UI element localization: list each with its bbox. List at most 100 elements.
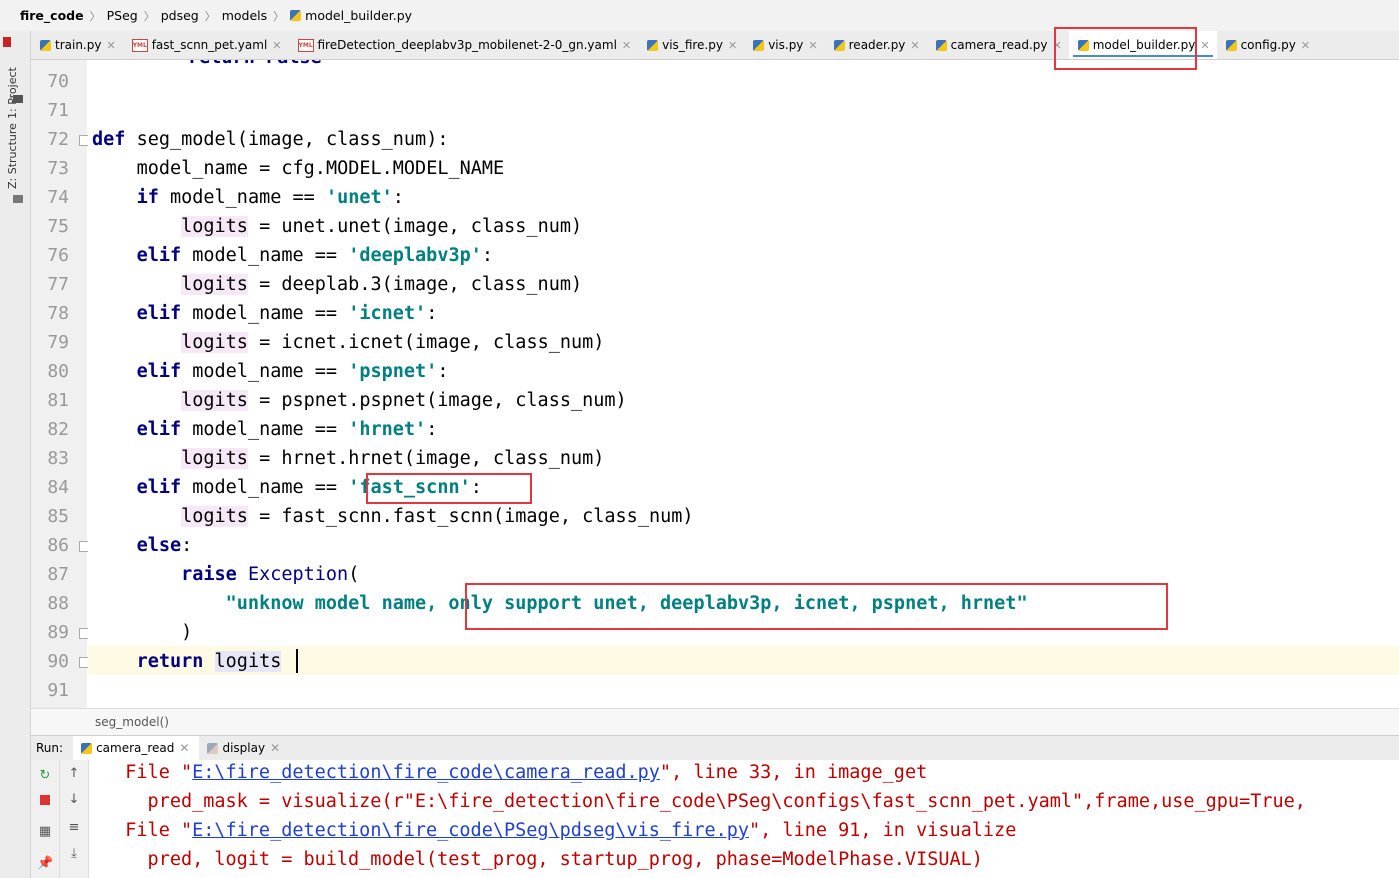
line-number-gutter: 70 71 72 73 74 75 76 77 78 79 80 81 82 83 84 85 86 87 88 89…: [31, 60, 115, 708]
structure-crumb[interactable]: seg_model(): [95, 715, 169, 729]
line-number: 90: [47, 651, 69, 672]
code-line: elif model_name == 'pspnet':: [136, 361, 449, 382]
breadcrumb-item[interactable]: models: [222, 8, 273, 23]
breadcrumb-item[interactable]: model_builder.py: [290, 8, 418, 23]
python-file-icon: [290, 10, 302, 21]
line-number: 84: [47, 477, 69, 498]
code-line: elif model_name == 'icnet':: [136, 303, 438, 324]
breadcrumb-label: models: [221, 8, 268, 23]
breadcrumb-item[interactable]: fire_code: [0, 8, 90, 23]
line-number: 87: [47, 564, 69, 585]
close-icon[interactable]: ✕: [272, 39, 281, 52]
close-icon[interactable]: ✕: [270, 741, 280, 755]
python-file-icon: [833, 39, 845, 51]
close-icon[interactable]: ✕: [622, 39, 631, 52]
line-number: 72: [47, 129, 69, 150]
run-tool-header: Run: camera_read ✕ display ✕: [31, 735, 1399, 761]
line-number: 81: [47, 390, 69, 411]
code-line: else:: [136, 535, 193, 556]
console-line: File "E:\fire_detection\fire_code\PSeg\p…: [103, 820, 1017, 841]
close-icon[interactable]: ✕: [1200, 39, 1209, 52]
close-icon[interactable]: ✕: [910, 39, 919, 52]
traceback-file-link[interactable]: E:\fire_detection\fire_code\camera_read.…: [192, 762, 660, 783]
code-line: elif model_name == 'deeplabv3p':: [136, 245, 494, 266]
line-number: 83: [47, 448, 69, 469]
close-icon[interactable]: ✕: [106, 39, 115, 52]
line-number: 74: [47, 187, 69, 208]
soft-wrap-icon[interactable]: ≡: [66, 820, 82, 836]
structure-icon: [13, 195, 23, 203]
run-tab-display[interactable]: display ✕: [199, 736, 290, 760]
line-number: 88: [47, 593, 69, 614]
python-file-icon: [207, 742, 219, 754]
breadcrumb-item[interactable]: pdseg: [161, 8, 205, 23]
run-console-output[interactable]: File "E:\fire_detection\fire_code\camera…: [89, 760, 1399, 878]
line-number: 89: [47, 622, 69, 643]
line-number: 73: [47, 158, 69, 179]
line-number: 79: [47, 332, 69, 353]
editor-tab-label: fireDetection_deeplabv3p_mobilenet-2-0_g…: [317, 38, 617, 52]
line-number: 86: [47, 535, 69, 556]
code-line: model_name = cfg.MODEL.MODEL_NAME: [136, 158, 505, 179]
code-line: logits = fast_scnn.fast_scnn(image, clas…: [181, 506, 694, 527]
left-tool-strip: 1: Project Z: Structure: [0, 31, 31, 878]
traceback-file-link[interactable]: E:\fire_detection\fire_code\PSeg\pdseg\v…: [192, 820, 749, 841]
code-line: def seg_model(image, class_num):: [92, 129, 449, 150]
text-caret: [296, 649, 298, 673]
line-number: 91: [47, 680, 69, 701]
editor-tab[interactable]: camera_read.py ✕: [927, 31, 1069, 59]
editor-tab[interactable]: YML fireDetection_deeplabv3p_mobilenet-2-…: [289, 31, 639, 59]
close-icon[interactable]: ✕: [808, 39, 817, 52]
code-line: logits = pspnet.pspnet(image, class_num): [181, 390, 627, 411]
editor-tab[interactable]: YML fast_scnn_pet.yaml ✕: [123, 31, 289, 59]
console-line: pred_mask = visualize(r"E:\fire_detectio…: [103, 791, 1306, 812]
python-file-icon: [81, 742, 93, 754]
python-file-icon: [935, 39, 947, 51]
current-line-highlight: [88, 646, 1399, 675]
close-icon[interactable]: ✕: [1301, 39, 1310, 52]
line-number: 78: [47, 303, 69, 324]
code-line: logits = unet.unet(image, class_num): [181, 216, 583, 237]
editor-tab[interactable]: reader.py ✕: [825, 31, 927, 59]
close-icon[interactable]: ✕: [728, 39, 737, 52]
run-label: Run:: [36, 741, 64, 755]
python-file-icon: [40, 39, 51, 51]
arrow-up-icon[interactable]: ↑: [66, 766, 82, 782]
run-tab-camera-read[interactable]: camera_read ✕: [73, 736, 200, 760]
structure-tool-button[interactable]: Z: Structure: [6, 123, 19, 189]
editor-tab[interactable]: config.py ✕: [1217, 31, 1317, 59]
arrow-down-icon[interactable]: ↓: [66, 792, 82, 808]
rerun-icon[interactable]: ↻: [37, 768, 53, 784]
breadcrumb-label: PSeg: [106, 8, 138, 23]
stop-icon[interactable]: [40, 795, 50, 805]
editor-tab-label: fast_scnn_pet.yaml: [151, 38, 268, 52]
chevron-right-icon: 〉: [143, 9, 155, 23]
annotation-box-active-tab: [1054, 27, 1197, 70]
line-number: 70: [47, 71, 69, 92]
code-line: elif model_name == 'hrnet':: [136, 419, 438, 440]
run-toolbar: ↻ ▦ 📌: [31, 760, 60, 878]
editor-tab[interactable]: train.py ✕: [31, 31, 123, 59]
line-number: 82: [47, 419, 69, 440]
pin-icon[interactable]: 📌: [37, 856, 53, 872]
editor-tab-label: train.py: [55, 38, 102, 52]
code-line: if model_name == 'unet':: [136, 187, 404, 208]
scroll-to-end-icon[interactable]: ⤓: [66, 846, 82, 862]
close-icon[interactable]: ✕: [179, 741, 189, 755]
layout-icon[interactable]: ▦: [37, 824, 53, 840]
project-tool-button[interactable]: 1: Project: [6, 67, 19, 119]
editor-tab-label: config.py: [1240, 38, 1296, 52]
annotation-box-fast-scnn: [366, 473, 532, 504]
code-line: logits = icnet.icnet(image, class_num): [181, 332, 605, 353]
line-number: 80: [47, 361, 69, 382]
yaml-file-icon: YML: [297, 38, 314, 52]
editor-tab[interactable]: vis.py ✕: [744, 31, 824, 59]
editor-tab-label: reader.py: [848, 38, 906, 52]
code-line: return logits: [136, 651, 282, 672]
breadcrumb-label: fire_code: [20, 8, 84, 23]
editor-tab[interactable]: vis_fire.py ✕: [638, 31, 744, 59]
breadcrumb-item[interactable]: PSeg: [107, 8, 144, 23]
chevron-right-icon: 〉: [89, 9, 101, 23]
editor-tab-label: vis.py: [768, 38, 804, 52]
line-number: 77: [47, 274, 69, 295]
